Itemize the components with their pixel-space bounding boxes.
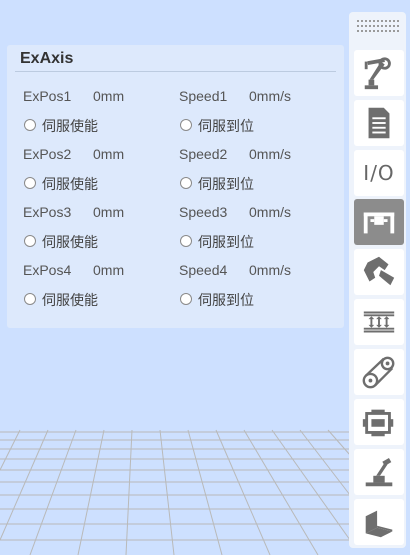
panel-title: ExAxis — [20, 50, 74, 67]
external-axis-icon — [363, 212, 395, 234]
tool-workpiece-button[interactable] — [354, 499, 404, 545]
servo-enable-3-radio[interactable] — [24, 235, 36, 247]
tool-program-button[interactable] — [354, 100, 404, 146]
tool-robot-button[interactable] — [354, 50, 404, 96]
tool-joystick-button[interactable] — [354, 449, 404, 495]
servo-ready-2-label: 伺服到位 — [198, 177, 254, 193]
tool-conveyor-button[interactable] — [354, 299, 404, 345]
panel-divider — [15, 71, 336, 72]
expos1-value: 0mm — [93, 88, 125, 104]
speed3-value: 0mm/s — [249, 204, 291, 220]
servo-enable-1-label: 伺服使能 — [42, 119, 98, 135]
servo-enable-2-label: 伺服使能 — [42, 177, 98, 193]
speed4-value: 0mm/s — [249, 262, 291, 278]
belt-drive-icon — [362, 356, 395, 389]
speed2-value: 0mm/s — [249, 146, 291, 162]
tool-io-button[interactable]: I/O — [354, 150, 404, 196]
servo-enable-3-label: 伺服使能 — [42, 235, 98, 251]
servo-ready-3-radio[interactable] — [180, 235, 192, 247]
servo-enable-2-radio[interactable] — [24, 177, 36, 189]
tool-belt-button[interactable] — [354, 349, 404, 395]
servo-ready-3-label: 伺服到位 — [198, 235, 254, 251]
workpiece-icon — [365, 510, 393, 538]
document-icon — [368, 107, 390, 139]
speed3-label: Speed3 — [179, 204, 228, 220]
drag-handle-icon[interactable] — [356, 18, 400, 34]
servo-ready-4-radio[interactable] — [180, 293, 192, 305]
servo-enable-4-radio[interactable] — [24, 293, 36, 305]
gripper-icon — [363, 256, 395, 286]
expos1-label: ExPos1 — [23, 88, 72, 104]
servo-ready-1-label: 伺服到位 — [198, 119, 254, 135]
conveyor-icon — [363, 311, 395, 333]
tool-motor-button[interactable] — [354, 399, 404, 445]
io-icon: I/O — [363, 161, 395, 185]
expos2-value: 0mm — [93, 146, 125, 162]
servo-enable-1-radio[interactable] — [24, 119, 36, 131]
servo-ready-2-radio[interactable] — [180, 177, 192, 189]
expos4-label: ExPos4 — [23, 262, 72, 278]
speed2-label: Speed2 — [179, 146, 228, 162]
expos2-label: ExPos2 — [23, 146, 72, 162]
servo-enable-4-label: 伺服使能 — [42, 293, 98, 309]
expos3-value: 0mm — [93, 204, 125, 220]
motor-icon — [362, 409, 394, 437]
servo-ready-1-radio[interactable] — [180, 119, 192, 131]
tool-gripper-button[interactable] — [354, 249, 404, 295]
speed4-label: Speed4 — [179, 262, 228, 278]
expos3-label: ExPos3 — [23, 204, 72, 220]
speed1-value: 0mm/s — [249, 88, 291, 104]
tool-exaxis-button[interactable] — [354, 199, 404, 245]
servo-ready-4-label: 伺服到位 — [198, 293, 254, 309]
robot-arm-icon — [364, 57, 391, 90]
expos4-value: 0mm — [93, 262, 125, 278]
joystick-icon — [365, 458, 393, 487]
speed1-label: Speed1 — [179, 88, 228, 104]
